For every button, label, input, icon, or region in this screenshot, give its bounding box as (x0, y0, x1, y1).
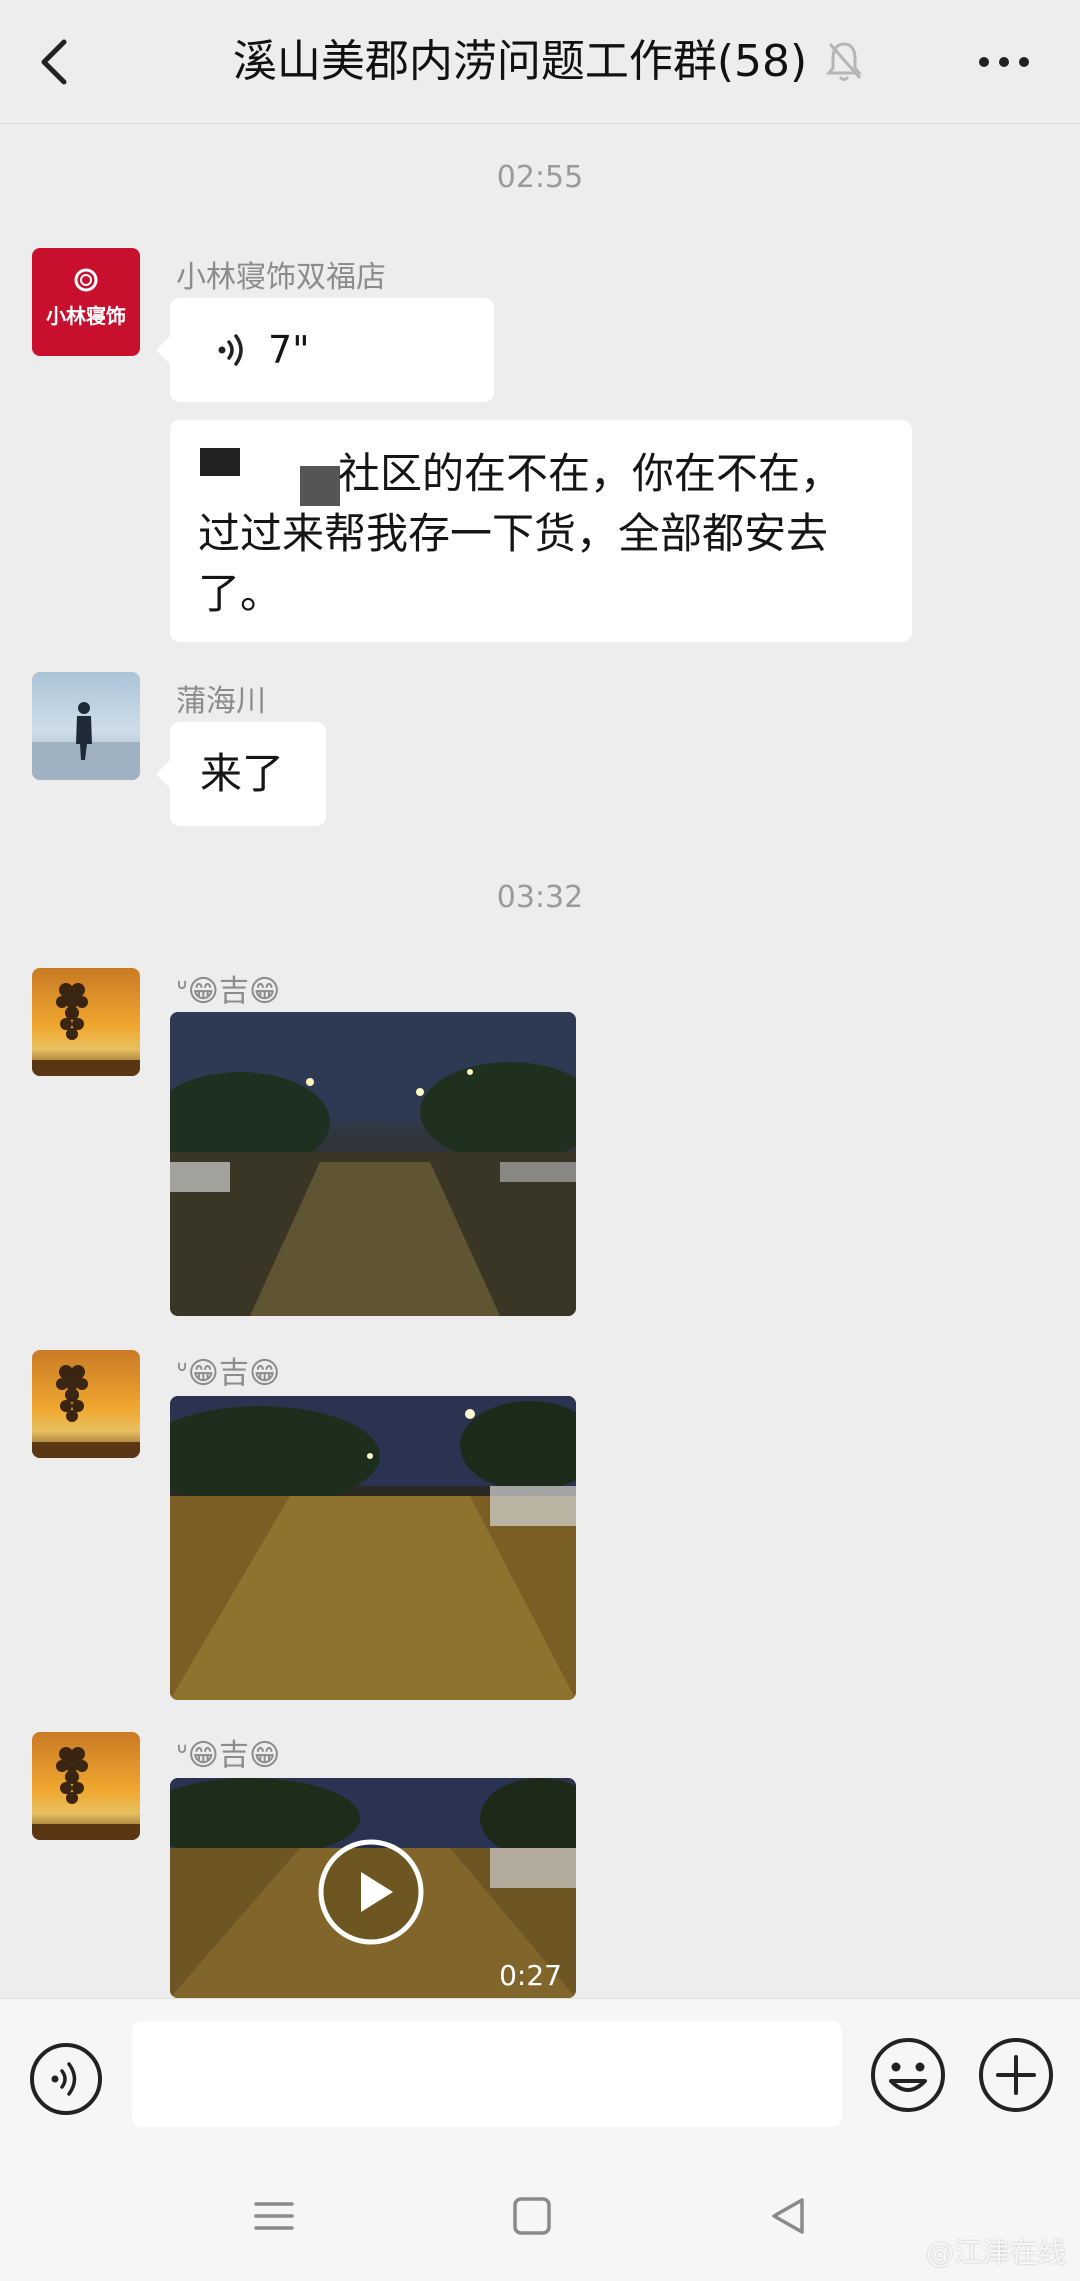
play-icon (318, 1839, 424, 1945)
emoji-icon (871, 2038, 945, 2112)
grapes-icon (32, 1747, 140, 1840)
flooded-street-image (170, 1012, 576, 1316)
grapes-icon (32, 983, 140, 1076)
home-icon (513, 2197, 551, 2235)
voice-input-button[interactable] (28, 2041, 104, 2117)
avatar-label: 小林寝饰 (46, 304, 126, 328)
more-dots-icon (979, 57, 1029, 67)
play-button[interactable] (317, 1838, 425, 1946)
text-message[interactable]: 来了 (156, 722, 326, 826)
nav-home-button[interactable] (502, 2186, 562, 2246)
back-triangle-icon (772, 2198, 804, 2234)
image-message[interactable] (170, 1012, 576, 1316)
plus-icon (979, 2038, 1053, 2112)
sender-name: 小林寝饰双福店 (176, 260, 386, 295)
voice-wave-icon (218, 334, 243, 366)
avatar[interactable] (32, 968, 140, 1076)
text-message[interactable]: 社区的在不在，你在不在， 过过来帮我存一下货，全部都安去 了。 (170, 420, 912, 642)
message-text-line: 了。 (198, 569, 283, 618)
voice-duration: 7" (268, 328, 310, 372)
voice-message[interactable]: 7" (156, 298, 494, 402)
input-bar (0, 1998, 1080, 2148)
timestamp: 03:32 (496, 880, 584, 915)
nav-menu-button[interactable] (244, 2186, 304, 2246)
message-text-line: 过过来帮我存一下货，全部都安去 (198, 509, 829, 558)
message-text: 来了 (200, 749, 285, 798)
chat-header: 溪山美郡内涝问题工作群(58) (0, 0, 1080, 124)
message-text-line: 社区的在不在，你在不在， (338, 449, 843, 498)
redaction-mark (200, 448, 240, 476)
sender-name: ᐡ😁吉😁 (176, 1738, 281, 1773)
grapes-icon (32, 1365, 140, 1458)
avatar[interactable] (32, 1350, 140, 1458)
sender-name: 蒲海川 (176, 684, 266, 719)
avatar[interactable] (32, 1732, 140, 1840)
timestamp: 02:55 (496, 160, 584, 195)
menu-icon (254, 2202, 294, 2230)
image-message[interactable] (170, 1396, 576, 1700)
avatar[interactable]: 小林寝饰 (32, 248, 140, 356)
avatar[interactable] (32, 672, 140, 780)
flooded-street-image (170, 1396, 576, 1700)
video-duration: 0:27 (499, 1959, 562, 1992)
video-message[interactable]: 0:27 (170, 1778, 576, 1998)
redaction-mark (300, 466, 340, 506)
nav-back-button[interactable] (758, 2186, 818, 2246)
sender-name: ᐡ😁吉😁 (176, 1356, 281, 1391)
more-functions-button[interactable] (976, 2035, 1056, 2115)
bell-muted-icon (824, 38, 864, 84)
message-input[interactable] (132, 2021, 842, 2127)
back-button[interactable] (28, 30, 84, 94)
chat-title: 溪山美郡内涝问题工作群(58) (232, 36, 808, 87)
voice-icon (30, 2043, 102, 2115)
emoji-button[interactable] (868, 2035, 948, 2115)
watermark: @江津在线 (925, 2236, 1066, 2269)
sender-name: ᐡ😁吉😁 (176, 974, 281, 1009)
system-navigation-bar: @江津在线 (0, 2148, 1080, 2281)
chevron-left-icon (41, 39, 67, 85)
person-silhouette-icon (32, 702, 140, 780)
more-button[interactable] (976, 40, 1032, 84)
